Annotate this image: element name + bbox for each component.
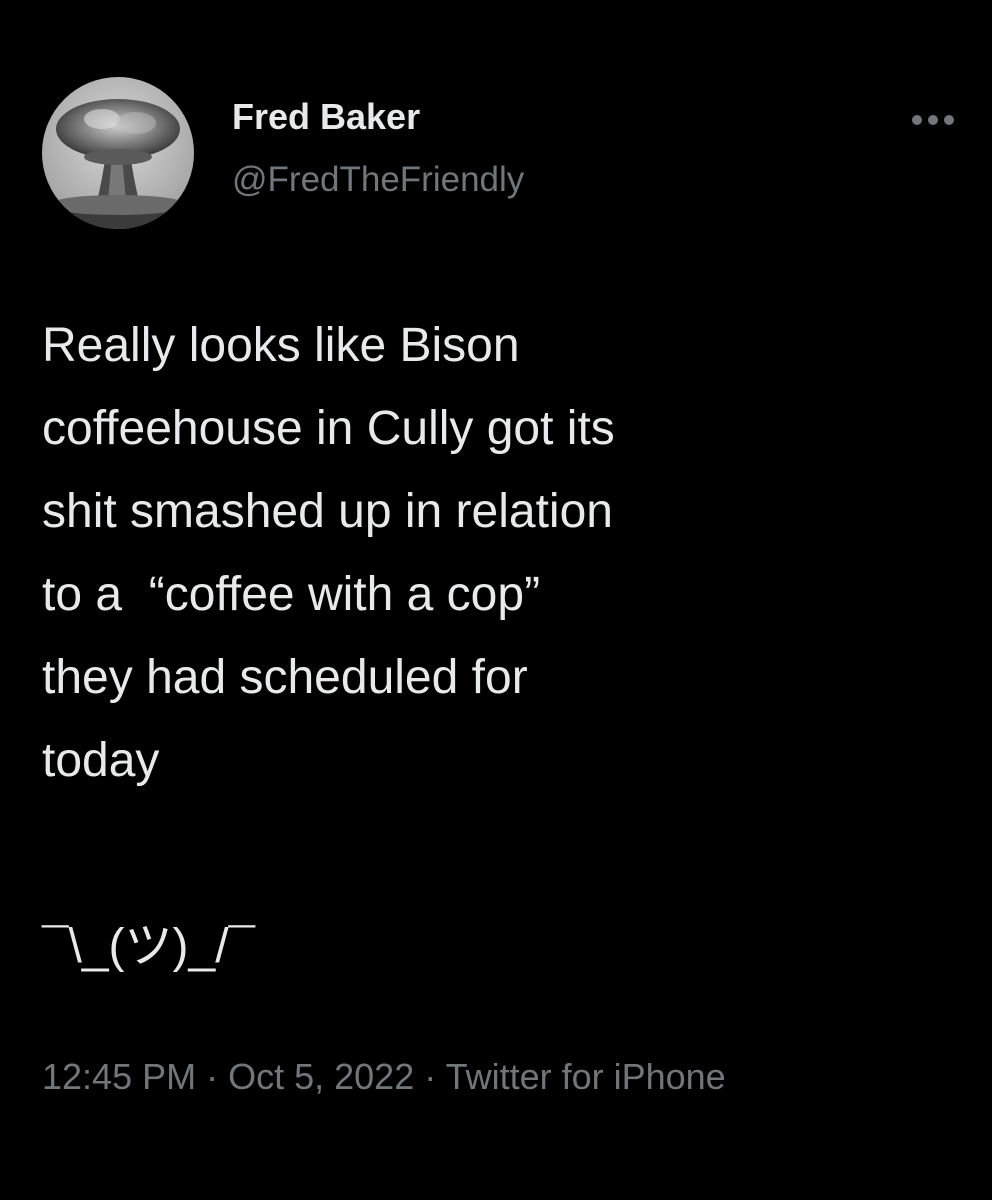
avatar[interactable] [42,77,194,229]
tweet-text: Really looks like Bison coffeehouse in C… [42,319,615,787]
mushroom-cloud-image [42,77,194,229]
tweet-metadata: 12:45 PM · Oct 5, 2022 · Twitter for iPh… [42,1045,842,1108]
tweet-time[interactable]: 12:45 PM [42,1056,196,1097]
display-name[interactable]: Fred Baker [232,96,420,138]
meta-separator: · [196,1056,229,1097]
tweet-card: Fred Baker @FredTheFriendly Really looks… [0,0,992,1200]
tweet-date[interactable]: Oct 5, 2022 [228,1056,414,1097]
meta-separator: · [414,1056,446,1097]
user-handle[interactable]: @FredTheFriendly [232,160,524,200]
more-options-button[interactable] [905,100,961,140]
tweet-source[interactable]: Twitter for iPhone [446,1056,726,1097]
more-horizontal-icon [912,115,954,125]
tweet-shrug-emoticon: ¯\_(ツ)_/¯ [42,920,256,973]
